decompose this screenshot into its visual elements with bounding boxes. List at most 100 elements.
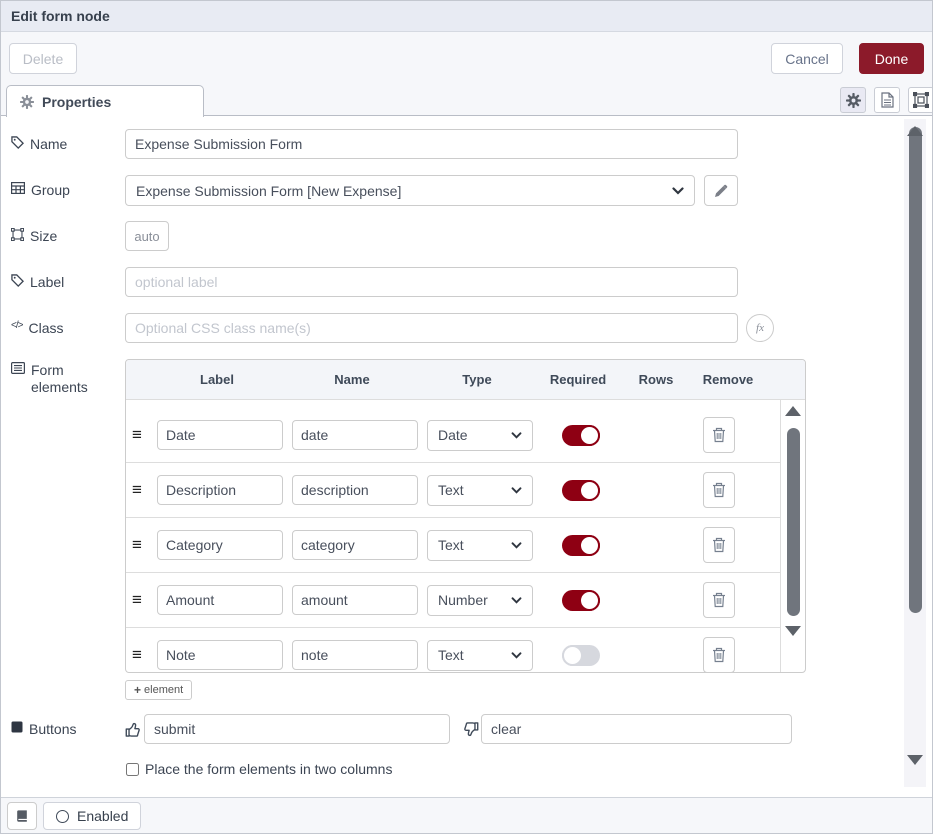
node-help-button[interactable] [7, 802, 37, 830]
class-input[interactable] [125, 313, 738, 343]
element-label-input[interactable] [157, 420, 283, 450]
remove-element-button[interactable] [703, 637, 735, 673]
class-row: </> Class fx [11, 313, 774, 343]
drag-handle-icon[interactable]: ≡ [132, 645, 154, 665]
trash-icon [712, 592, 726, 608]
trash-icon [712, 427, 726, 443]
element-label-input[interactable] [157, 640, 283, 670]
drag-handle-icon[interactable]: ≡ [132, 535, 154, 555]
class-label: </> Class [11, 320, 125, 337]
table-scrollbar[interactable] [784, 406, 802, 662]
label-row: Label [11, 267, 738, 297]
properties-panel: Name Group Expense Submission Form [New … [1, 116, 932, 797]
header-required: Required [530, 372, 626, 387]
scroll-down-arrow-icon[interactable] [785, 626, 801, 636]
table-scrollbar-thumb[interactable] [787, 428, 800, 616]
trash-icon [712, 482, 726, 498]
tab-icon-buttons [840, 87, 933, 113]
cancel-button[interactable]: Cancel [771, 43, 843, 74]
table-row: ≡ Text [126, 463, 780, 518]
header-name: Name [289, 372, 415, 387]
fx-expression-button[interactable]: fx [746, 314, 774, 342]
element-label-input[interactable] [157, 475, 283, 505]
header-remove: Remove [686, 372, 770, 387]
trash-icon [712, 537, 726, 553]
chevron-down-icon [511, 597, 522, 604]
edit-form-node-dialog: Edit form node Delete Cancel Done Proper… [0, 0, 933, 834]
name-row: Name [11, 129, 738, 159]
drag-handle-icon[interactable]: ≡ [132, 425, 154, 445]
clear-button-text-input[interactable] [481, 714, 792, 744]
tab-bar: Properties [1, 85, 932, 116]
delete-button[interactable]: Delete [9, 43, 77, 74]
properties-gear-button[interactable] [840, 87, 866, 113]
name-input[interactable] [125, 129, 738, 159]
required-toggle[interactable] [562, 535, 600, 556]
submit-button-text-input[interactable] [144, 714, 450, 744]
required-toggle[interactable] [562, 480, 600, 501]
footer-bar: Enabled [1, 797, 932, 833]
remove-element-button[interactable] [703, 527, 735, 563]
label-input[interactable] [125, 267, 738, 297]
table-row: ≡ Date [126, 408, 780, 463]
scroll-up-arrow-icon[interactable] [907, 126, 923, 136]
scroll-up-arrow-icon[interactable] [785, 406, 801, 416]
tab-properties[interactable]: Properties [6, 85, 204, 117]
size-auto-button[interactable]: auto [125, 221, 169, 251]
document-icon [881, 92, 894, 108]
element-name-input[interactable] [292, 420, 418, 450]
form-elements-table: Label Name Type Required Rows Remove ≡ D… [125, 359, 806, 673]
group-row: Group Expense Submission Form [New Expen… [11, 175, 738, 206]
two-columns-checkbox[interactable] [126, 763, 139, 776]
remove-element-button[interactable] [703, 582, 735, 618]
element-name-input[interactable] [292, 530, 418, 560]
action-bar: Delete Cancel Done [1, 32, 932, 85]
trash-icon [712, 647, 726, 663]
edit-group-button[interactable] [704, 175, 738, 206]
required-toggle[interactable] [562, 590, 600, 611]
drag-handle-icon[interactable]: ≡ [132, 590, 154, 610]
element-type-select[interactable]: Date [427, 420, 533, 451]
code-icon: </> [11, 320, 22, 331]
buttons-row: Buttons [11, 714, 792, 744]
required-toggle[interactable] [562, 645, 600, 666]
table-row: ≡ Number [126, 573, 780, 628]
appearance-button[interactable] [908, 87, 933, 113]
main-scrollbar[interactable] [904, 119, 926, 787]
element-type-select[interactable]: Text [427, 530, 533, 561]
done-button[interactable]: Done [859, 43, 924, 74]
chevron-down-icon [511, 432, 522, 439]
required-toggle[interactable] [562, 425, 600, 446]
node-enabled-button[interactable]: Enabled [43, 802, 141, 830]
book-icon [15, 809, 29, 823]
description-button[interactable] [874, 87, 900, 113]
element-name-input[interactable] [292, 475, 418, 505]
thumbs-up-icon [125, 721, 142, 738]
element-label-input[interactable] [157, 585, 283, 615]
remove-element-button[interactable] [703, 417, 735, 453]
table-icon [11, 182, 25, 194]
add-element-button[interactable]: + element [125, 680, 192, 700]
tag-icon [11, 274, 24, 287]
pencil-icon [714, 184, 728, 198]
header-rows: Rows [626, 372, 686, 387]
element-type-select[interactable]: Number [427, 585, 533, 616]
element-type-select[interactable]: Text [427, 475, 533, 506]
two-columns-label: Place the form elements in two columns [145, 761, 392, 777]
element-name-input[interactable] [292, 585, 418, 615]
table-row: ≡ Text [126, 518, 780, 573]
element-name-input[interactable] [292, 640, 418, 670]
label-label: Label [11, 274, 125, 291]
size-row: Size auto [11, 221, 169, 251]
main-scrollbar-thumb[interactable] [909, 127, 922, 613]
element-label-input[interactable] [157, 530, 283, 560]
dialog-title: Edit form node [11, 8, 110, 24]
drag-handle-icon[interactable]: ≡ [132, 480, 154, 500]
group-select[interactable]: Expense Submission Form [New Expense] [125, 175, 695, 206]
chevron-down-icon [511, 487, 522, 494]
element-type-select[interactable]: Text [427, 640, 533, 671]
dialog-titlebar: Edit form node [1, 1, 932, 32]
object-group-icon [913, 92, 929, 108]
remove-element-button[interactable] [703, 472, 735, 508]
scroll-down-arrow-icon[interactable] [907, 755, 923, 765]
